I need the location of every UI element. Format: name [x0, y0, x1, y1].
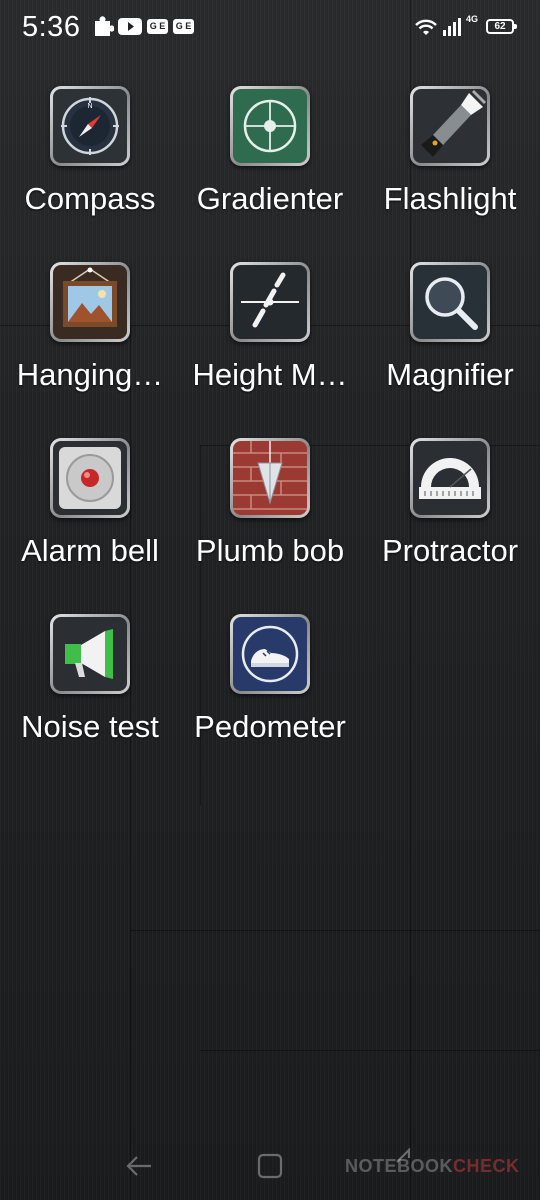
megaphone-icon	[50, 614, 130, 694]
status-bar: 5:36 G E G E 4G 62	[0, 0, 540, 58]
app-label: Flashlight	[383, 181, 517, 216]
magnifier-icon	[410, 262, 490, 342]
battery-icon: 62	[486, 19, 517, 34]
flashlight-icon	[410, 86, 490, 166]
app-label: Plumb bob	[195, 533, 345, 568]
background-seam	[130, 930, 540, 931]
gradienter-icon	[230, 86, 310, 166]
svg-text:N: N	[87, 103, 92, 110]
app-label: Alarm bell	[21, 533, 159, 568]
app-label: Hanging…	[16, 357, 164, 392]
watermark-suffix: CHECK	[453, 1156, 520, 1176]
app-label: Magnifier	[386, 357, 514, 392]
app-label: Gradienter	[196, 181, 344, 216]
notification-badge: G E	[173, 19, 194, 34]
pedometer-icon	[230, 614, 310, 694]
puzzle-icon	[95, 16, 114, 36]
app-label: Noise test	[21, 709, 159, 744]
app-label: Compass	[24, 181, 156, 216]
app-label: Height M…	[192, 357, 348, 392]
signal-icon	[443, 18, 461, 36]
background-seam	[410, 0, 411, 1200]
compass-icon: N	[50, 86, 130, 166]
network-type: 4G	[466, 14, 479, 24]
background-seam	[200, 445, 201, 805]
notification-badge: G E	[147, 19, 168, 34]
alarm-bell-icon	[50, 438, 130, 518]
wifi-icon	[415, 19, 437, 35]
hanging-picture-icon	[50, 262, 130, 342]
watermark-prefix: NOTEBOOK	[345, 1156, 454, 1176]
background-seam	[200, 1050, 540, 1051]
height-measure-icon	[230, 262, 310, 342]
plumb-bob-icon	[230, 438, 310, 518]
background-seam	[130, 325, 131, 1200]
home-icon[interactable]	[257, 1153, 283, 1179]
youtube-icon	[118, 18, 142, 35]
clock: 5:36	[22, 11, 81, 43]
watermark: NOTEBOOKCHECK	[345, 1156, 520, 1177]
app-label: Pedometer	[194, 709, 346, 744]
app-label: Protractor	[381, 533, 519, 568]
protractor-icon	[410, 438, 490, 518]
back-icon[interactable]	[125, 1154, 153, 1178]
